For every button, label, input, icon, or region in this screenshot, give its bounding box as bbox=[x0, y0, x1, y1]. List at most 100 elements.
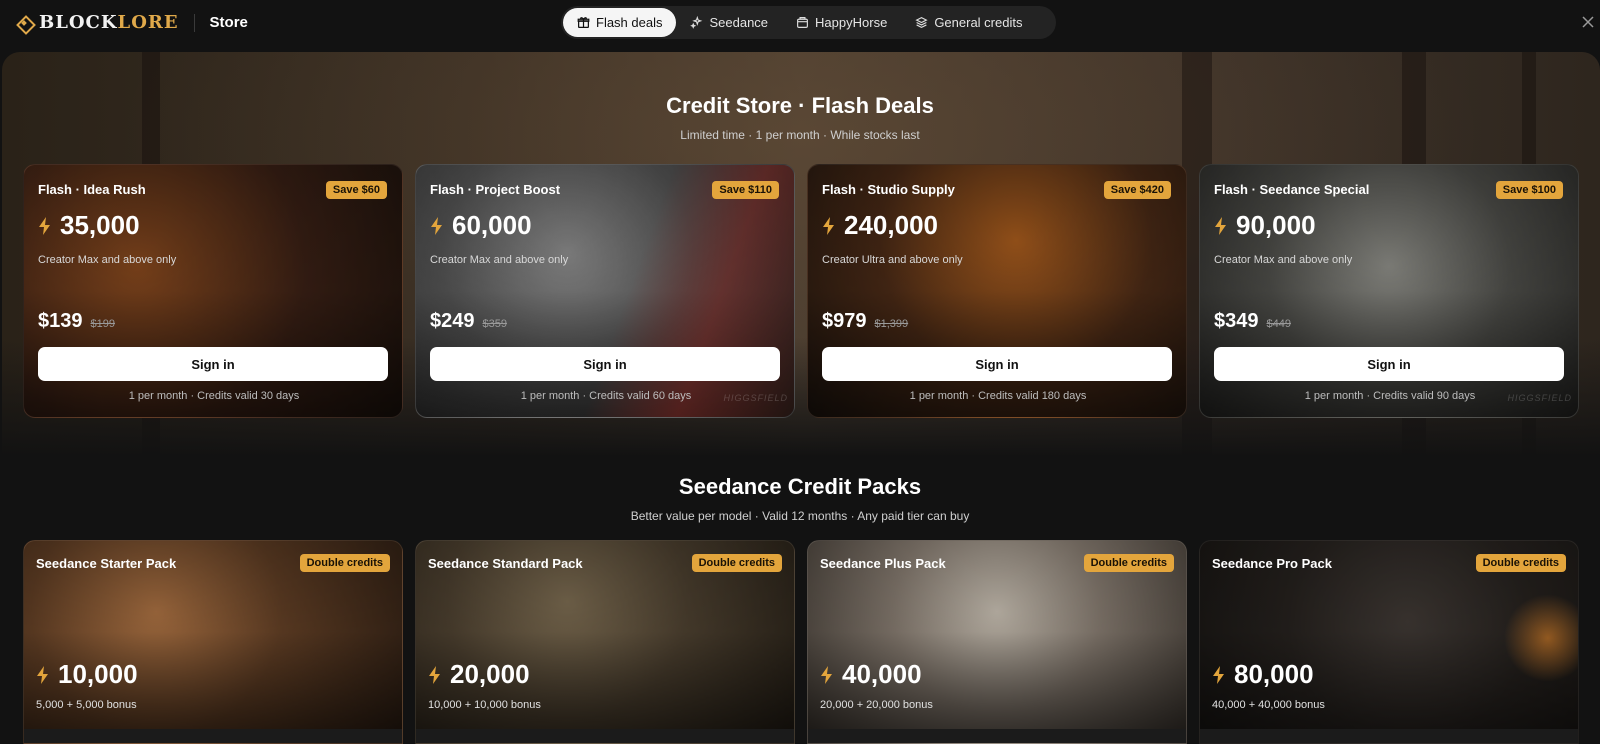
tab-label: General credits bbox=[934, 15, 1023, 30]
image-watermark: HIGGSFIELD bbox=[1507, 393, 1572, 403]
pack-title: Seedance Standard Pack bbox=[428, 556, 583, 571]
close-icon[interactable] bbox=[1580, 14, 1596, 30]
credit-amount: 35,000 bbox=[38, 210, 140, 241]
deal-title: Flash · Studio Supply bbox=[822, 182, 955, 197]
logo-text-part1: BLOCK bbox=[39, 12, 118, 33]
double-credits-badge: Double credits bbox=[691, 554, 782, 572]
pack-title: Seedance Plus Pack bbox=[820, 556, 946, 571]
gift-icon bbox=[577, 17, 590, 28]
lightning-icon bbox=[821, 665, 832, 684]
savings-badge: Save $420 bbox=[1103, 181, 1171, 199]
logo-divider bbox=[193, 13, 195, 32]
bonus-breakdown: 40,000 + 40,000 bonus bbox=[1212, 699, 1325, 711]
lightning-icon bbox=[1215, 216, 1226, 235]
price-row: $249 $359 bbox=[430, 310, 507, 333]
tab-flash-deals[interactable]: Flash deals bbox=[563, 8, 677, 37]
savings-badge: Save $60 bbox=[325, 181, 387, 199]
lightning-icon bbox=[39, 216, 50, 235]
eligibility-note: Creator Max and above only bbox=[38, 254, 177, 266]
store-tabs: Flash deals Seedance HappyHorse General … bbox=[561, 6, 1056, 39]
sign-in-button[interactable]: Sign in bbox=[430, 347, 780, 381]
deal-terms: 1 per month · Credits valid 180 days bbox=[909, 390, 1087, 402]
layers-icon bbox=[915, 16, 928, 29]
flash-section-subtitle: Limited time · 1 per month · While stock… bbox=[680, 128, 920, 142]
price-row: $979 $1,399 bbox=[822, 310, 908, 333]
original-price: $449 bbox=[1266, 318, 1291, 330]
card-footer bbox=[24, 729, 402, 743]
deal-title: Flash · Seedance Special bbox=[1214, 182, 1370, 197]
eligibility-note: Creator Ultra and above only bbox=[822, 254, 963, 266]
credits-value: 90,000 bbox=[1236, 210, 1316, 240]
flash-deal-card: Flash · Studio Supply Save $420 240,000 … bbox=[807, 164, 1187, 418]
packs-section-subtitle: Better value per model · Valid 12 months… bbox=[630, 509, 970, 523]
lightning-icon bbox=[37, 665, 48, 684]
sparkle-icon bbox=[690, 16, 703, 29]
credits-value: 40,000 bbox=[842, 659, 922, 689]
price: $349 bbox=[1214, 310, 1259, 332]
credit-pack-card[interactable]: Seedance Starter Pack Double credits 10,… bbox=[23, 540, 403, 744]
tab-seedance[interactable]: Seedance bbox=[676, 8, 782, 37]
tab-general-credits[interactable]: General credits bbox=[901, 8, 1036, 37]
tab-label: HappyHorse bbox=[815, 15, 888, 30]
flash-deal-card: Flash · Seedance Special Save $100 90,00… bbox=[1199, 164, 1579, 418]
price: $139 bbox=[38, 310, 83, 332]
credit-pack-card[interactable]: Seedance Pro Pack Double credits 80,000 … bbox=[1199, 540, 1579, 744]
credits-value: 20,000 bbox=[450, 659, 530, 689]
credit-pack-card[interactable]: Seedance Standard Pack Double credits 20… bbox=[415, 540, 795, 744]
card-footer bbox=[416, 729, 794, 743]
image-watermark: HIGGSFIELD bbox=[723, 393, 788, 403]
logo[interactable]: BLOCKLORE Store bbox=[16, 12, 248, 33]
card-footer bbox=[808, 729, 1186, 743]
tab-label: Seedance bbox=[709, 15, 769, 30]
lightning-icon bbox=[1213, 665, 1224, 684]
credit-amount: 10,000 bbox=[36, 659, 138, 690]
bonus-breakdown: 20,000 + 20,000 bonus bbox=[820, 699, 933, 711]
card-footer bbox=[1200, 729, 1578, 743]
bonus-breakdown: 5,000 + 5,000 bonus bbox=[36, 699, 137, 711]
packs-section-title: Seedance Credit Packs bbox=[678, 474, 922, 499]
pack-title: Seedance Pro Pack bbox=[1212, 556, 1332, 571]
price: $249 bbox=[430, 310, 475, 332]
credits-value: 80,000 bbox=[1234, 659, 1314, 689]
logo-text: BLOCKLORE bbox=[39, 12, 179, 33]
credit-amount: 20,000 bbox=[428, 659, 530, 690]
deal-title: Flash · Idea Rush bbox=[38, 182, 146, 197]
credits-value: 10,000 bbox=[58, 659, 138, 689]
price: $979 bbox=[822, 310, 867, 332]
credit-amount: 60,000 bbox=[430, 210, 532, 241]
credit-amount: 40,000 bbox=[820, 659, 922, 690]
double-credits-badge: Double credits bbox=[1083, 554, 1174, 572]
top-bar: BLOCKLORE Store Flash deals Seedance Hap… bbox=[0, 0, 1600, 44]
sign-in-button[interactable]: Sign in bbox=[38, 347, 388, 381]
original-price: $1,399 bbox=[874, 318, 909, 330]
double-credits-badge: Double credits bbox=[299, 554, 390, 572]
diamond-logo-icon bbox=[16, 15, 32, 31]
credit-amount: 90,000 bbox=[1214, 210, 1316, 241]
credit-amount: 80,000 bbox=[1212, 659, 1314, 690]
box-icon bbox=[797, 17, 808, 28]
pack-title: Seedance Starter Pack bbox=[36, 556, 177, 571]
tab-label: Flash deals bbox=[596, 15, 663, 30]
deal-title: Flash · Project Boost bbox=[430, 182, 561, 197]
credits-value: 35,000 bbox=[60, 210, 140, 240]
tab-happyhorse[interactable]: HappyHorse bbox=[782, 8, 901, 37]
eligibility-note: Creator Max and above only bbox=[430, 254, 569, 266]
price-row: $349 $449 bbox=[1214, 310, 1291, 333]
credits-value: 240,000 bbox=[844, 210, 938, 240]
bonus-breakdown: 10,000 + 10,000 bonus bbox=[428, 699, 541, 711]
original-price: $199 bbox=[90, 318, 115, 330]
flash-section-title: Credit Store · Flash Deals bbox=[666, 93, 934, 118]
lightning-icon bbox=[823, 216, 834, 235]
price-row: $139 $199 bbox=[38, 310, 115, 333]
logo-text-part2: LORE bbox=[117, 12, 179, 33]
credit-amount: 240,000 bbox=[822, 210, 938, 241]
double-credits-badge: Double credits bbox=[1475, 554, 1566, 572]
sign-in-button[interactable]: Sign in bbox=[822, 347, 1172, 381]
lightning-icon bbox=[429, 665, 440, 684]
flash-deal-card: Flash · Idea Rush Save $60 35,000 Creato… bbox=[23, 164, 403, 418]
credit-pack-card[interactable]: Seedance Plus Pack Double credits 40,000… bbox=[807, 540, 1187, 744]
flash-deal-card: Flash · Project Boost Save $110 60,000 C… bbox=[415, 164, 795, 418]
sign-in-button[interactable]: Sign in bbox=[1214, 347, 1564, 381]
deal-terms: 1 per month · Credits valid 30 days bbox=[128, 390, 300, 402]
savings-badge: Save $110 bbox=[712, 181, 779, 199]
